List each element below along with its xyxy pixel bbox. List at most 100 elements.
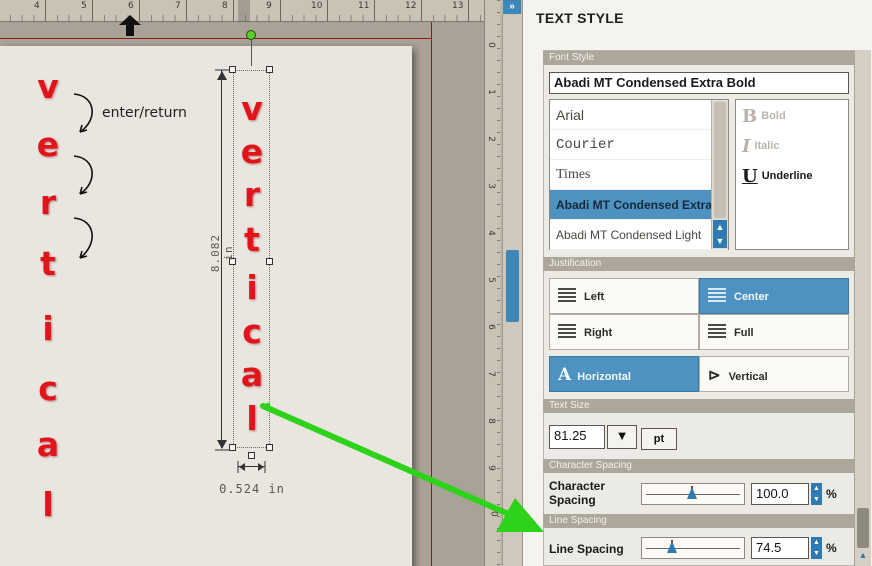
ruler-label: 8 (222, 1, 228, 11)
selected-letter: t (244, 220, 260, 259)
ruler-selection-shade (238, 0, 250, 22)
ruler-label: 9 (266, 1, 272, 11)
ruler-label: 4 (485, 230, 496, 236)
underline-icon: U (742, 166, 758, 187)
slider-knob[interactable] (687, 487, 697, 499)
section-header-character-spacing: Character Spacing (543, 459, 855, 473)
panel-scrollbar[interactable]: ▲ (854, 50, 871, 566)
italic-label: Italic (754, 140, 780, 152)
character-spacing-label-line1: Character (549, 479, 606, 493)
italic-icon: I (742, 136, 751, 157)
underline-label: Underline (761, 170, 813, 182)
design-canvas[interactable]: 4 5 6 7 8 9 10 11 12 13 v e r t i c a l … (0, 0, 500, 566)
scroll-down-arrow-icon[interactable]: ▼ (713, 234, 727, 248)
panel-title: TEXT STYLE (536, 10, 624, 26)
font-list-item[interactable]: Courier (550, 130, 728, 160)
selected-letter: e (240, 132, 264, 171)
align-left-button[interactable]: Left (549, 278, 699, 314)
align-left-icon (558, 288, 576, 302)
scroll-up-arrow-icon[interactable]: ▲ (857, 550, 869, 562)
line-spacing-unit: % (826, 541, 837, 555)
bold-toggle[interactable]: B Bold (742, 106, 786, 127)
align-full-button[interactable]: Full (699, 314, 849, 350)
ruler-label: 9 (485, 465, 496, 471)
align-center-button[interactable]: Center (699, 278, 849, 314)
ruler-label: 1 (485, 89, 496, 95)
font-name-field[interactable]: Abadi MT Condensed Extra Bold (549, 72, 849, 94)
character-spacing-label-line2: Spacing (549, 493, 596, 507)
underline-toggle[interactable]: U Underline (742, 166, 812, 187)
align-center-label: Center (734, 291, 769, 303)
font-list-item[interactable]: Times (550, 160, 728, 190)
align-center-icon (708, 288, 726, 302)
font-list-item[interactable]: Abadi MT Condensed Light (550, 220, 728, 250)
align-right-button[interactable]: Right (549, 314, 699, 350)
canvas-letter: c (38, 369, 58, 408)
section-header-text-size: Text Size (543, 399, 855, 413)
ruler-label: 7 (175, 1, 181, 11)
scrollbar-thumb[interactable] (857, 508, 869, 548)
vertical-orientation-button[interactable]: ⊳ Vertical (699, 356, 849, 392)
font-list-scrollbar[interactable]: ▲ ▼ (711, 100, 728, 249)
align-full-icon (708, 324, 726, 338)
resize-handle[interactable] (229, 444, 236, 451)
horizontal-text-icon: A (558, 365, 572, 385)
font-style-options: B Bold I Italic U Underline (735, 99, 849, 250)
ruler-label: 6 (485, 324, 496, 330)
scrollbar-thumb[interactable] (506, 250, 519, 322)
font-list-item[interactable]: Arial (550, 100, 728, 130)
canvas-letter: l (42, 485, 54, 524)
width-dimension-label: 0.524 in (219, 482, 285, 496)
resize-handle[interactable] (229, 66, 236, 73)
resize-handle[interactable] (266, 258, 273, 265)
rotation-line (251, 40, 252, 66)
collapse-panel-button[interactable]: » (503, 0, 521, 14)
horizontal-ruler: 4 5 6 7 8 9 10 11 12 13 (0, 0, 500, 22)
section-header-line-spacing: Line Spacing (543, 514, 855, 528)
ruler-label: 2 (485, 136, 496, 142)
character-spacing-slider[interactable] (641, 483, 745, 505)
ruler-label: 12 (405, 1, 417, 11)
ruler-label: 5 (81, 1, 87, 11)
slider-knob[interactable] (667, 541, 677, 553)
selected-letter: i (246, 268, 258, 307)
ruler-label: 7 (485, 371, 496, 377)
font-list-item-selected[interactable]: Abadi MT Condensed Extra (550, 190, 728, 220)
ruler-label: 13 (452, 1, 464, 11)
text-style-panel: TEXT STYLE ▲ Font Style Abadi MT Condens… (522, 0, 872, 566)
bold-label: Bold (761, 110, 786, 122)
character-spacing-stepper[interactable]: ▲ ▼ (811, 483, 822, 505)
canvas-letter: v (37, 67, 59, 106)
line-spacing-input[interactable]: 74.5 (751, 537, 809, 559)
resize-handle[interactable] (266, 444, 273, 451)
selected-letter: l (246, 399, 258, 438)
align-full-label: Full (734, 327, 754, 339)
panel-divider-scrollbar[interactable] (502, 14, 522, 566)
ruler-label: 3 (485, 183, 496, 189)
text-size-unit-button[interactable]: pt (641, 428, 677, 450)
line-spacing-stepper[interactable]: ▲ ▼ (811, 537, 822, 559)
ruler-label: 11 (358, 1, 370, 11)
canvas-letter: r (39, 183, 57, 222)
text-size-input[interactable]: 81.25 (549, 425, 605, 449)
horizontal-orientation-button[interactable]: A Horizontal (549, 356, 699, 392)
vertical-label: Vertical (728, 371, 768, 383)
italic-toggle[interactable]: I Italic (742, 136, 780, 157)
align-right-icon (558, 324, 576, 338)
text-size-dropdown[interactable]: ▼ (607, 425, 637, 449)
canvas-letter: a (36, 425, 60, 464)
page-indicator-arrow-icon[interactable] (119, 15, 141, 25)
return-arrows-icon (73, 93, 93, 259)
scrollbar-thumb[interactable] (714, 102, 726, 218)
resize-handle[interactable] (266, 66, 273, 73)
margin-guide-vertical (431, 22, 432, 566)
selected-letter: v (241, 89, 263, 128)
rotate-handle[interactable] (246, 30, 256, 40)
line-spacing-slider[interactable] (641, 537, 745, 559)
ruler-label: 8 (485, 418, 496, 424)
character-spacing-input[interactable]: 100.0 (751, 483, 809, 505)
scroll-up-arrow-icon[interactable]: ▲ (713, 220, 727, 234)
font-list[interactable]: Arial Courier Times Abadi MT Condensed E… (549, 99, 729, 250)
page-indicator-stem (126, 24, 134, 36)
resize-handle[interactable] (248, 452, 255, 459)
